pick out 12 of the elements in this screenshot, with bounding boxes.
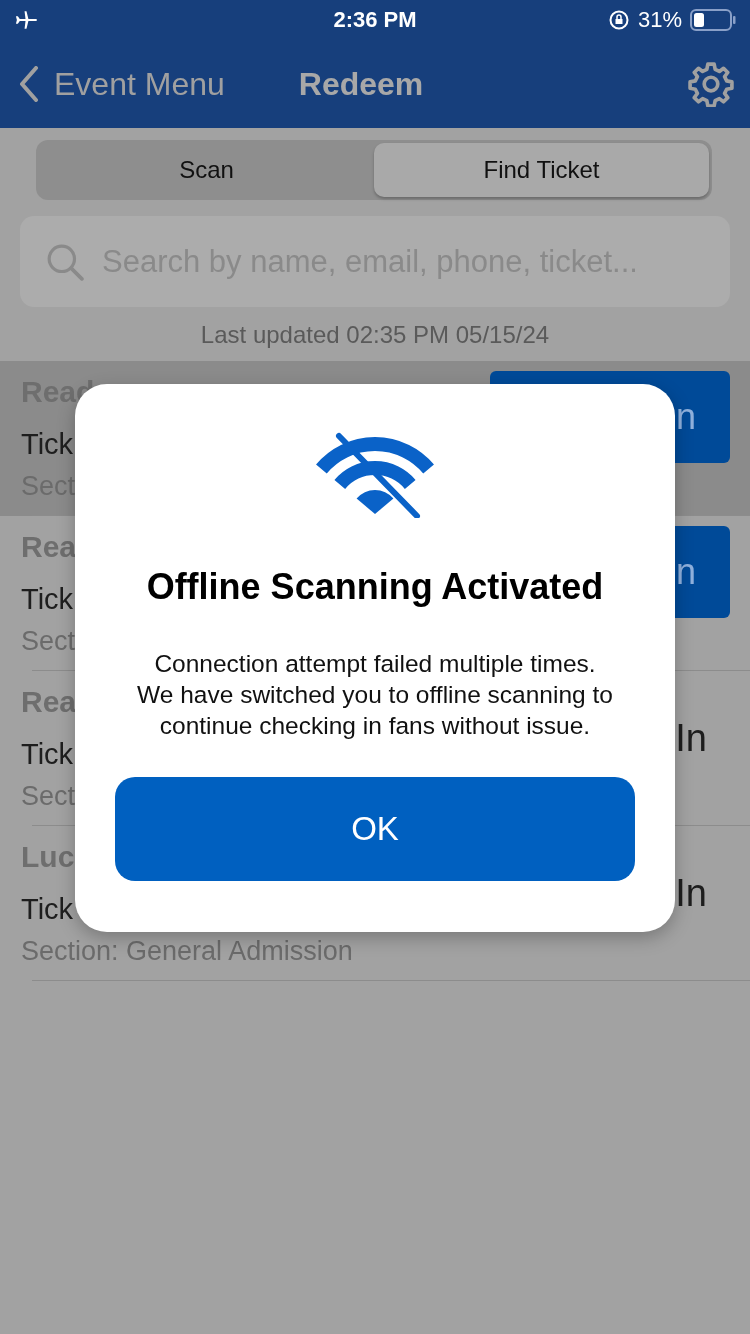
dialog-title: Offline Scanning Activated [146, 566, 604, 608]
last-updated-label: Last updated 02:35 PM 05/15/24 [199, 321, 551, 349]
ticket-label: Tick [21, 583, 75, 616]
screen-title: Redeem [298, 65, 425, 103]
ticket-label: Tick [21, 428, 75, 461]
ticket-label: Tick [21, 893, 75, 926]
ticket-label: Tick [21, 738, 75, 771]
battery-percentage: 31% [637, 7, 682, 33]
check-in-label: In [675, 872, 707, 915]
status-time: 2:36 PM [333, 7, 417, 32]
dialog-message: Connection attempt failed multiple times. We have switched you to offline scanning to continue checking in fans without issue. [136, 649, 614, 741]
check-in-label: In [675, 717, 707, 760]
